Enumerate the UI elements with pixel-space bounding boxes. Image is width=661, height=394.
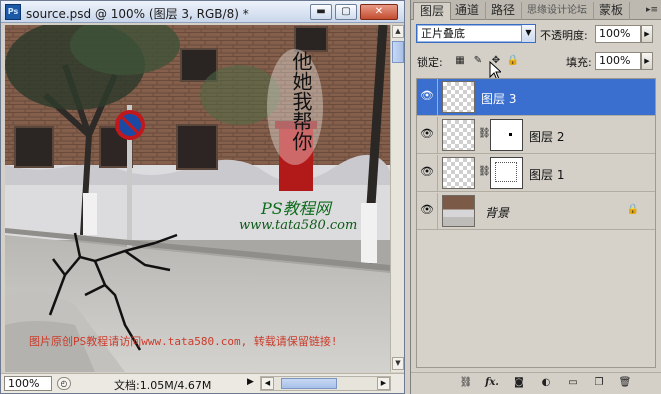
layers-list: 👁 图层 3 👁 ⛓ 图层 2 👁 ⛓ 图层 1 👁 背景 🔒	[416, 78, 656, 368]
tab-paths[interactable]: 路径	[485, 2, 523, 20]
photoshop-icon: Ps	[5, 4, 21, 20]
lock-label: 锁定:	[417, 56, 443, 69]
layer-mask-thumbnail[interactable]	[490, 119, 523, 151]
layer-row-layer-1[interactable]: 👁 ⛓ 图层 1	[417, 155, 655, 192]
watermark-text: 图片原创PS教程请访问www.tata580.com, 转载请保留链接!	[29, 335, 338, 348]
fill-label: 填充:	[566, 56, 592, 69]
layer-thumbnail[interactable]	[442, 157, 475, 189]
layer-row-layer-3[interactable]: 👁 图层 3	[417, 79, 655, 116]
tab-channels[interactable]: 通道	[449, 2, 487, 20]
layer-row-background[interactable]: 👁 背景 🔒	[417, 193, 655, 230]
tab-layers[interactable]: 图层	[413, 2, 452, 20]
mask-icon[interactable]: ◙	[512, 376, 526, 390]
layer-name[interactable]: 图层 2	[529, 128, 564, 145]
document-title: source.psd @ 100% (图层 3, RGB/8) *	[26, 7, 249, 21]
opacity-label: 不透明度:	[540, 29, 588, 42]
document-statusbar: 100% ◴ 文档:1.05M/4.67M ▶ ◀ ▶	[1, 373, 404, 393]
status-info-icon[interactable]: ◴	[57, 377, 71, 390]
logo-url: www.tata580.com	[239, 218, 358, 233]
scroll-right-icon[interactable]: ▶	[377, 377, 390, 390]
document-size-info: 文档:1.05M/4.67M	[114, 379, 212, 392]
opacity-slider-arrow-icon[interactable]: ▶	[641, 25, 653, 43]
close-button[interactable]: ✕	[360, 4, 398, 20]
layer-name[interactable]: 图层 1	[529, 166, 564, 183]
visibility-cell[interactable]: 👁	[417, 79, 438, 116]
document-titlebar[interactable]: Ps source.psd @ 100% (图层 3, RGB/8) * ▬ ▢…	[1, 1, 404, 23]
opacity-field[interactable]: 100%	[595, 25, 641, 43]
layer-name[interactable]: 背景	[485, 204, 509, 221]
layers-bottom-toolbar: ⛓ fx. ◙ ◐ ▭ ❐ 🗑	[411, 372, 661, 392]
fx-icon[interactable]: fx.	[485, 376, 499, 390]
scroll-down-icon[interactable]: ▼	[392, 357, 404, 370]
lock-all-icon[interactable]: 🔒	[506, 54, 520, 68]
tab-masks[interactable]: 蒙板	[593, 2, 631, 20]
photoshop-workspace: Ps source.psd @ 100% (图层 3, RGB/8) * ▬ ▢…	[0, 0, 661, 394]
layer-thumbnail[interactable]	[442, 195, 475, 227]
group-icon[interactable]: ▭	[566, 376, 580, 390]
layer-name[interactable]: 图层 3	[481, 90, 516, 107]
vertical-scrollbar[interactable]: ▲ ▼	[390, 25, 404, 372]
eye-icon[interactable]: 👁	[419, 127, 435, 141]
eye-icon[interactable]: 👁	[419, 165, 435, 179]
fill-slider-arrow-icon[interactable]: ▶	[641, 52, 653, 70]
document-window: Ps source.psd @ 100% (图层 3, RGB/8) * ▬ ▢…	[0, 0, 405, 394]
zoom-field[interactable]: 100%	[4, 376, 52, 391]
scroll-up-icon[interactable]: ▲	[392, 25, 404, 38]
tab-forum-watermark[interactable]: 思缘设计论坛	[521, 2, 594, 20]
image-canvas[interactable]: 他她我帮你 PS教程网 www.tata580.com 图片原创PS教程请访问w…	[5, 25, 390, 372]
chain-link-icon[interactable]: ⛓	[478, 166, 491, 177]
chain-link-icon[interactable]: ⛓	[478, 128, 491, 139]
eye-icon[interactable]: 👁	[419, 89, 435, 103]
blend-row: 正片叠底 ▼ 不透明度: 100% ▶	[411, 22, 661, 81]
link-icon[interactable]: ⛓	[459, 376, 473, 390]
chevron-down-icon[interactable]: ▼	[521, 25, 535, 42]
blend-mode-value: 正片叠底	[421, 27, 465, 40]
lock-move-icon[interactable]: ✥	[489, 54, 503, 68]
restore-button[interactable]: ▢	[335, 4, 357, 20]
vertical-scroll-thumb[interactable]	[392, 41, 404, 63]
visibility-cell[interactable]: 👁	[417, 155, 438, 192]
eye-icon[interactable]: 👁	[419, 203, 435, 217]
adjustment-icon[interactable]: ◐	[539, 376, 553, 390]
layer-row-layer-2[interactable]: 👁 ⛓ 图层 2	[417, 117, 655, 154]
horizontal-scroll-thumb[interactable]	[281, 378, 337, 389]
fill-field[interactable]: 100%	[595, 52, 641, 70]
trash-icon[interactable]: 🗑	[618, 376, 632, 390]
minimize-button[interactable]: ▬	[310, 4, 332, 20]
calligraphy-text: 他她我帮你	[289, 51, 313, 151]
blend-mode-select[interactable]: 正片叠底 ▼	[416, 24, 536, 43]
layer-thumbnail[interactable]	[442, 119, 475, 151]
panel-menu-icon[interactable]: ▸≡	[646, 5, 658, 15]
visibility-cell[interactable]: 👁	[417, 117, 438, 154]
layer-mask-thumbnail[interactable]	[490, 157, 523, 189]
scroll-left-icon[interactable]: ◀	[261, 377, 274, 390]
new-layer-icon[interactable]: ❐	[592, 376, 606, 390]
visibility-cell[interactable]: 👁	[417, 193, 438, 230]
status-menu-arrow-icon[interactable]: ▶	[247, 377, 254, 387]
lock-brush-icon[interactable]: ✎	[471, 54, 485, 68]
layer-thumbnail[interactable]	[442, 81, 475, 113]
street-photo	[5, 25, 390, 372]
panel-tabs: 图层 通道 路径 思缘设计论坛 蒙板 ▸≡	[411, 0, 661, 20]
layers-panel: 图层 通道 路径 思缘设计论坛 蒙板 ▸≡ 正片叠底 ▼ 不透明度: 100% …	[410, 0, 661, 394]
lock-transparency-icon[interactable]: ▦	[453, 54, 467, 68]
lock-icon: 🔒	[626, 204, 639, 215]
logo-title: PS教程网	[261, 199, 331, 218]
horizontal-scrollbar[interactable]: ◀ ▶	[260, 376, 391, 391]
